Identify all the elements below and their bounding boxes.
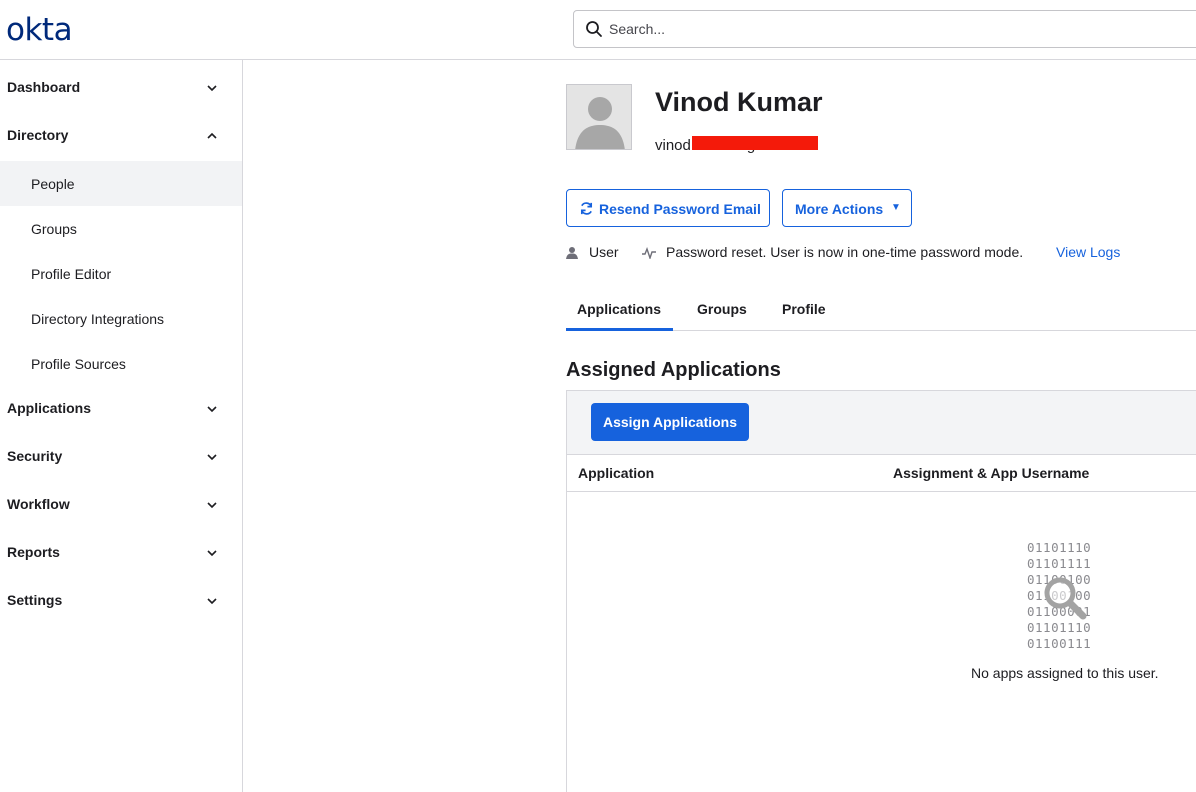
more-actions-button[interactable]: More Actions ▼ — [782, 189, 912, 227]
sidebar-item-label: Reports — [7, 544, 60, 560]
table-header: Application Assignment & App Username — [567, 455, 1196, 492]
caret-down-icon: ▼ — [891, 202, 901, 213]
avatar — [566, 84, 632, 150]
sidebar-item-directory-integrations[interactable]: Directory Integrations — [0, 296, 242, 341]
chevron-down-icon — [207, 598, 217, 605]
sidebar-item-applications[interactable]: Applications — [0, 387, 242, 431]
sidebar-item-security[interactable]: Security — [0, 435, 242, 479]
column-header-application[interactable]: Application — [578, 465, 654, 481]
refresh-icon — [580, 202, 593, 215]
sidebar-item-label: Settings — [7, 592, 63, 608]
sidebar-item-label: Groups — [31, 221, 77, 237]
tab-profile[interactable]: Profile — [771, 290, 837, 331]
sidebar-item-profile-editor[interactable]: Profile Editor — [0, 251, 242, 296]
sidebar-item-groups[interactable]: Groups — [0, 206, 242, 251]
avatar-placeholder-icon — [567, 85, 631, 149]
chevron-down-icon — [207, 406, 217, 413]
chevron-up-icon — [207, 132, 217, 139]
chevron-down-icon — [207, 550, 217, 557]
chevron-down-icon — [207, 502, 217, 509]
resend-password-email-label: Resend Password Email — [599, 201, 761, 217]
column-header-assignment[interactable]: Assignment & App Username — [893, 465, 1089, 481]
chevron-down-icon — [207, 85, 217, 92]
sidebar-item-label: Security — [7, 448, 63, 464]
sidebar-item-label: Directory Integrations — [31, 311, 165, 327]
email-redaction — [692, 136, 818, 150]
assign-applications-button[interactable]: Assign Applications — [591, 403, 749, 441]
sidebar-nav: Dashboard Directory People Groups Profil… — [0, 60, 243, 792]
user-email-visible: vinod — [655, 137, 691, 154]
resend-password-email-button[interactable]: Resend Password Email — [566, 189, 770, 227]
sidebar-item-settings[interactable]: Settings — [0, 579, 242, 623]
sidebar-item-dashboard[interactable]: Dashboard — [0, 66, 242, 110]
sidebar-item-label: Profile Editor — [31, 266, 112, 282]
user-type-label: User — [589, 244, 619, 260]
assigned-applications-title: Assigned Applications — [566, 359, 781, 381]
panel-toolbar: Assign Applications — [567, 391, 1196, 455]
okta-logo[interactable]: okta — [6, 12, 73, 48]
sidebar-item-reports[interactable]: Reports — [0, 531, 242, 575]
more-actions-label: More Actions — [795, 201, 884, 217]
sidebar-item-label: Workflow — [7, 496, 70, 512]
tab-label: Groups — [697, 301, 747, 317]
chevron-down-icon — [207, 454, 217, 461]
sidebar-item-profile-sources[interactable]: Profile Sources — [0, 341, 242, 386]
magnifier-icon — [1044, 577, 1087, 620]
profile-tabs: Applications Groups Profile — [566, 290, 1196, 331]
sidebar-item-label: Profile Sources — [31, 356, 126, 372]
search-input[interactable] — [609, 19, 1169, 39]
sidebar-item-label: People — [31, 176, 75, 192]
view-logs-link[interactable]: View Logs — [1056, 244, 1120, 260]
sidebar-item-people[interactable]: People — [0, 161, 242, 206]
user-status-text: Password reset. User is now in one-time … — [666, 244, 1024, 260]
assigned-applications-panel: Assign Applications Application Assignme… — [566, 390, 1196, 792]
tab-applications[interactable]: Applications — [566, 290, 673, 331]
top-header: okta — [0, 0, 1196, 60]
pulse-icon — [642, 247, 656, 259]
sidebar-item-workflow[interactable]: Workflow — [0, 483, 242, 527]
tab-groups[interactable]: Groups — [685, 290, 757, 331]
tab-label: Applications — [577, 301, 662, 317]
user-icon — [566, 247, 578, 259]
sidebar-item-label: Dashboard — [7, 79, 81, 95]
sidebar-item-label: Directory — [7, 127, 69, 143]
empty-state-message: No apps assigned to this user. — [971, 665, 1159, 681]
search-icon — [586, 21, 602, 37]
sidebar-item-directory[interactable]: Directory — [0, 114, 242, 158]
sidebar-item-label: Applications — [7, 400, 92, 416]
global-search[interactable] — [573, 10, 1196, 48]
tab-label: Profile — [782, 301, 826, 317]
user-name: Vinod Kumar — [655, 87, 823, 117]
